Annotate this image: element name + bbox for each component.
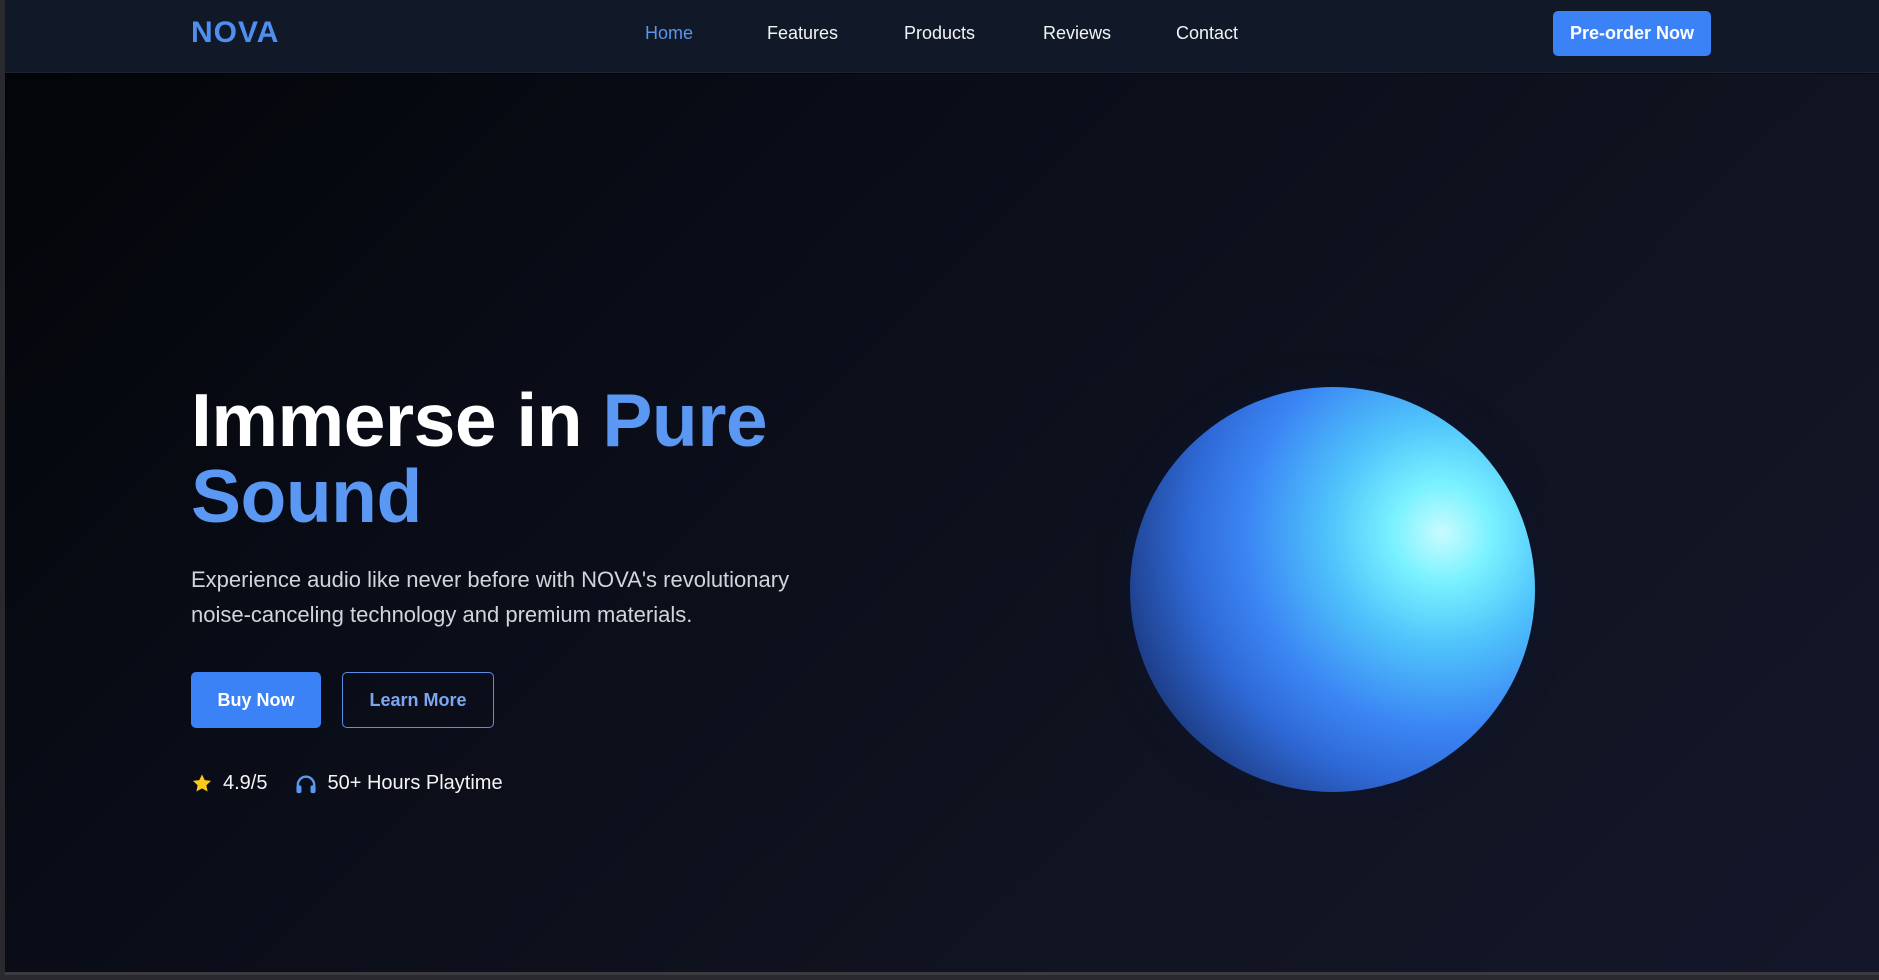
- hero-headline: Immerse in Pure Sound: [191, 382, 768, 534]
- navbar: NOVA Home Features Products Reviews Cont…: [5, 0, 1879, 73]
- headline-accent-pure: Pure: [602, 378, 768, 462]
- nav-link-reviews[interactable]: Reviews: [1043, 23, 1176, 44]
- learn-more-button[interactable]: Learn More: [342, 672, 494, 728]
- rating-value: 4.9/5: [223, 772, 268, 794]
- playtime-value: 50+ Hours Playtime: [327, 772, 503, 794]
- nav-link-features[interactable]: Features: [767, 23, 904, 44]
- playtime-stat: 50+ Hours Playtime: [295, 772, 503, 795]
- hero-subtext: Experience audio like never before with …: [191, 567, 790, 627]
- headline-accent-sound: Sound: [191, 454, 422, 538]
- preorder-button[interactable]: Pre-order Now: [1553, 11, 1711, 56]
- nav-links: Home Features Products Reviews Contact: [645, 23, 1256, 44]
- rating-stat: 4.9/5: [191, 772, 267, 795]
- headline-text: Immerse in: [191, 378, 603, 462]
- logo[interactable]: NOVA: [191, 16, 279, 50]
- nav-link-products[interactable]: Products: [904, 23, 1043, 44]
- nav-link-contact[interactable]: Contact: [1176, 23, 1256, 44]
- page: NOVA Home Features Products Reviews Cont…: [5, 0, 1879, 975]
- product-sphere-graphic: [1130, 387, 1535, 792]
- buy-now-button[interactable]: Buy Now: [191, 672, 321, 728]
- star-icon: [191, 773, 213, 794]
- headphones-icon: [295, 774, 317, 794]
- hero-stats: 4.9/5 50+ Hours Playtime: [191, 772, 503, 795]
- nav-link-home[interactable]: Home: [645, 23, 767, 44]
